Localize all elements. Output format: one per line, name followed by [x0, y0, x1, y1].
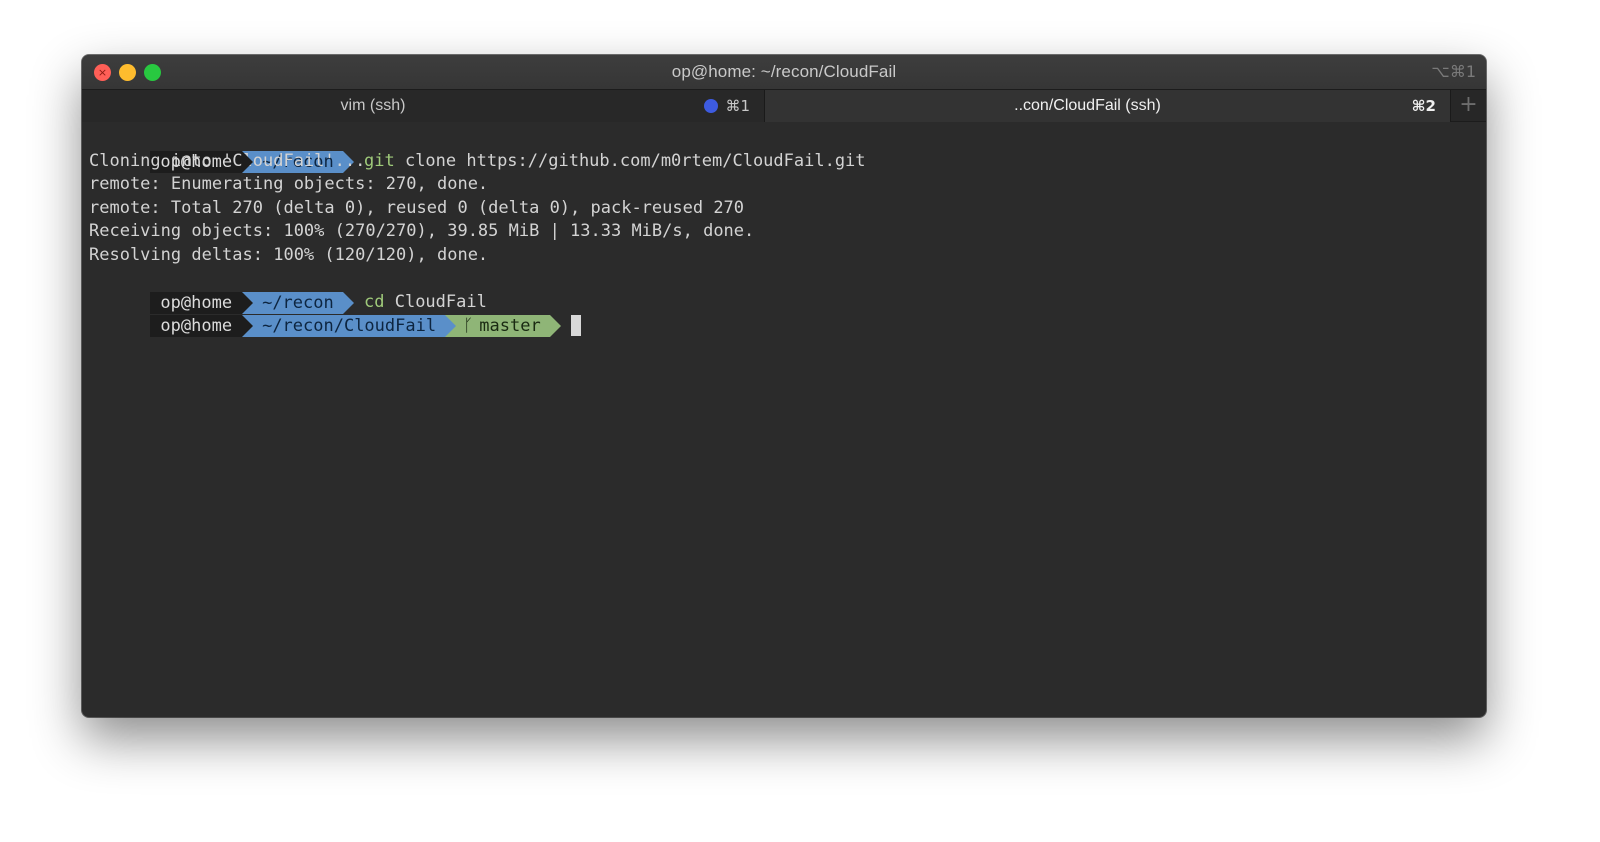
tab-label: vim (ssh)	[340, 97, 406, 114]
window-title: op@home: ~/recon/CloudFail	[671, 62, 897, 81]
output-line: Resolving deltas: 100% (120/120), done.	[89, 244, 489, 265]
prompt-user: op@home	[150, 315, 243, 337]
tab-shortcut: ⌘2	[1411, 97, 1436, 115]
prompt: op@home ~/recon/CloudFail ᚴ master	[150, 315, 561, 337]
output-line: remote: Total 270 (delta 0), reused 0 (d…	[89, 197, 745, 218]
tab-vim[interactable]: vim (ssh) ⌘1	[82, 90, 765, 122]
prompt-separator-icon	[242, 150, 254, 173]
terminal-window: × op@home: ~/recon/CloudFail ⌥⌘1 vim (ss…	[82, 55, 1486, 717]
command-line: op@home ~/recon cd CloudFail	[89, 267, 1486, 314]
command-line: op@home ~/recon git clone https://github.…	[89, 126, 1486, 173]
terminal-output[interactable]: op@home ~/recon git clone https://github.…	[89, 126, 1486, 717]
prompt-separator-icon	[242, 315, 254, 337]
text-cursor	[570, 315, 581, 336]
git-branch-icon: ᚴ	[463, 316, 474, 336]
output-line: Cloning into 'CloudFail'...	[89, 150, 366, 171]
tab-bar: vim (ssh) ⌘1 ..con/CloudFail (ssh) ⌘2 +	[82, 89, 1486, 122]
activity-indicator-icon	[704, 99, 718, 113]
prompt-git: ᚴ master	[445, 315, 550, 337]
prompt-separator-icon	[242, 291, 254, 314]
window-shortcut: ⌥⌘1	[1431, 62, 1476, 81]
prompt-directory: ~/recon/CloudFail	[242, 315, 446, 337]
current-prompt-line[interactable]: op@home ~/recon/CloudFail ᚴ master	[89, 291, 1486, 337]
new-tab-button[interactable]: +	[1451, 90, 1486, 122]
prompt-separator-icon	[549, 315, 561, 337]
output-line: Receiving objects: 100% (270/270), 39.85…	[89, 221, 755, 241]
prompt-separator-icon	[445, 315, 457, 337]
title-bar[interactable]: × op@home: ~/recon/CloudFail ⌥⌘1	[82, 55, 1486, 89]
tab-shortcut: ⌘1	[725, 97, 750, 115]
tab-label: ..con/CloudFail (ssh)	[1014, 97, 1161, 114]
tab-cloudfail[interactable]: ..con/CloudFail (ssh) ⌘2	[765, 90, 1451, 122]
output-line: remote: Enumerating objects: 270, done.	[89, 174, 489, 194]
git-branch-name: master	[479, 316, 541, 336]
